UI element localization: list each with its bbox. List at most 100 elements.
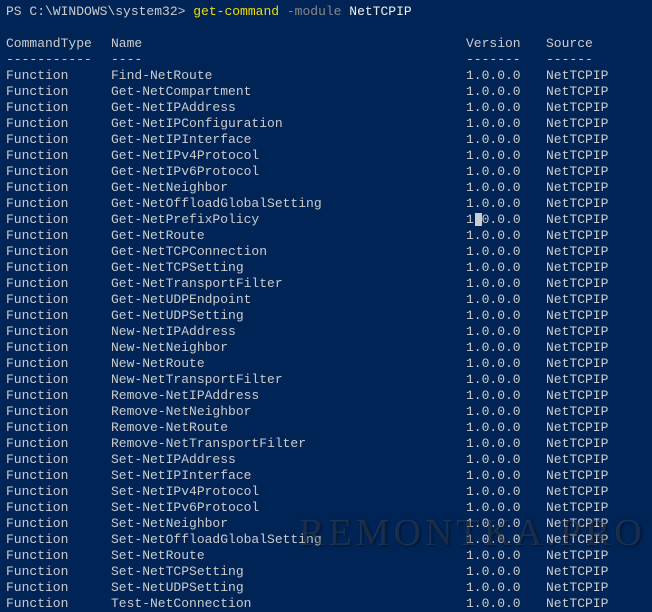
cell-name: Set-NetOffloadGlobalSetting xyxy=(111,532,466,548)
cell-version: 1.0.0.0 xyxy=(466,420,546,436)
cell-type: Function xyxy=(6,340,111,356)
cell-version: 1.0.0.0 xyxy=(466,164,546,180)
header-name: Name xyxy=(111,36,466,52)
table-row: FunctionSet-NetUDPSetting1.0.0.0NetTCPIP xyxy=(6,580,646,596)
cell-version: 1.0.0.0 xyxy=(466,196,546,212)
cell-name: Set-NetIPv4Protocol xyxy=(111,484,466,500)
cell-version: 1.0.0.0 xyxy=(466,132,546,148)
cell-type: Function xyxy=(6,260,111,276)
cell-version: 1.0.0.0 xyxy=(466,148,546,164)
prompt-line[interactable]: PS C:\WINDOWS\system32> get-command -mod… xyxy=(6,4,646,20)
cell-source: NetTCPIP xyxy=(546,404,608,420)
cell-name: Get-NetUDPEndpoint xyxy=(111,292,466,308)
cell-type: Function xyxy=(6,388,111,404)
cell-name: Find-NetRoute xyxy=(111,68,466,84)
cell-type: Function xyxy=(6,532,111,548)
cell-source: NetTCPIP xyxy=(546,116,608,132)
cell-name: Set-NetRoute xyxy=(111,548,466,564)
table-row: FunctionSet-NetTCPSetting1.0.0.0NetTCPIP xyxy=(6,564,646,580)
table-row: FunctionGet-NetUDPEndpoint1.0.0.0NetTCPI… xyxy=(6,292,646,308)
cell-source: NetTCPIP xyxy=(546,196,608,212)
prompt-path: PS C:\WINDOWS\system32> xyxy=(6,4,193,19)
cell-type: Function xyxy=(6,100,111,116)
cell-version: 1.0.0.0 xyxy=(466,452,546,468)
table-row: FunctionGet-NetPrefixPolicy1.0.0.0NetTCP… xyxy=(6,212,646,228)
cell-type: Function xyxy=(6,164,111,180)
table-row: FunctionRemove-NetTransportFilter1.0.0.0… xyxy=(6,436,646,452)
cell-name: Remove-NetNeighbor xyxy=(111,404,466,420)
table-row: FunctionSet-NetIPv4Protocol1.0.0.0NetTCP… xyxy=(6,484,646,500)
cell-type: Function xyxy=(6,228,111,244)
cell-type: Function xyxy=(6,180,111,196)
cell-name: Set-NetIPv6Protocol xyxy=(111,500,466,516)
dash-name: ---- xyxy=(111,52,466,68)
table-row: FunctionNew-NetRoute1.0.0.0NetTCPIP xyxy=(6,356,646,372)
cell-source: NetTCPIP xyxy=(546,228,608,244)
cell-type: Function xyxy=(6,484,111,500)
table-row: FunctionRemove-NetIPAddress1.0.0.0NetTCP… xyxy=(6,388,646,404)
cell-name: Test-NetConnection xyxy=(111,596,466,612)
table-header: CommandTypeNameVersionSource xyxy=(6,36,646,52)
cell-name: Get-NetIPInterface xyxy=(111,132,466,148)
text-cursor xyxy=(475,213,482,226)
cell-source: NetTCPIP xyxy=(546,484,608,500)
table-row: FunctionGet-NetTransportFilter1.0.0.0Net… xyxy=(6,276,646,292)
cell-type: Function xyxy=(6,276,111,292)
cell-source: NetTCPIP xyxy=(546,164,608,180)
cell-type: Function xyxy=(6,148,111,164)
cell-type: Function xyxy=(6,132,111,148)
cell-source: NetTCPIP xyxy=(546,468,608,484)
cell-source: NetTCPIP xyxy=(546,548,608,564)
dash-type: ----------- xyxy=(6,52,111,68)
cell-source: NetTCPIP xyxy=(546,308,608,324)
cell-source: NetTCPIP xyxy=(546,372,608,388)
cell-name: Get-NetIPConfiguration xyxy=(111,116,466,132)
cell-name: Set-NetNeighbor xyxy=(111,516,466,532)
cell-version: 1.0.0.0 xyxy=(466,404,546,420)
cell-source: NetTCPIP xyxy=(546,212,608,228)
cell-name: Get-NetTransportFilter xyxy=(111,276,466,292)
table-row: FunctionGet-NetNeighbor1.0.0.0NetTCPIP xyxy=(6,180,646,196)
cell-version: 1.0.0.0 xyxy=(466,564,546,580)
cell-name: Remove-NetRoute xyxy=(111,420,466,436)
cell-version: 1.0.0.0 xyxy=(466,516,546,532)
cell-type: Function xyxy=(6,500,111,516)
table-row: FunctionSet-NetOffloadGlobalSetting1.0.0… xyxy=(6,532,646,548)
dash-source: ------ xyxy=(546,52,593,68)
cell-source: NetTCPIP xyxy=(546,532,608,548)
cell-name: Get-NetNeighbor xyxy=(111,180,466,196)
cell-name: Get-NetRoute xyxy=(111,228,466,244)
table-row: FunctionTest-NetConnection1.0.0.0NetTCPI… xyxy=(6,596,646,612)
cell-name: Get-NetCompartment xyxy=(111,84,466,100)
table-row: FunctionGet-NetIPInterface1.0.0.0NetTCPI… xyxy=(6,132,646,148)
cell-type: Function xyxy=(6,324,111,340)
table-row: FunctionGet-NetIPv4Protocol1.0.0.0NetTCP… xyxy=(6,148,646,164)
cell-version: 1.0.0.0 xyxy=(466,388,546,404)
cell-source: NetTCPIP xyxy=(546,180,608,196)
cell-name: Get-NetIPAddress xyxy=(111,100,466,116)
cell-source: NetTCPIP xyxy=(546,148,608,164)
cell-type: Function xyxy=(6,596,111,612)
table-row: FunctionGet-NetIPAddress1.0.0.0NetTCPIP xyxy=(6,100,646,116)
cell-source: NetTCPIP xyxy=(546,580,608,596)
cell-version: 1.0.0.0 xyxy=(466,244,546,260)
cell-type: Function xyxy=(6,196,111,212)
cell-version: 1.0.0.0 xyxy=(466,356,546,372)
dash-version: ------- xyxy=(466,52,546,68)
cell-version: 1.0.0.0 xyxy=(466,228,546,244)
cell-type: Function xyxy=(6,212,111,228)
cell-version: 1.0.0.0 xyxy=(466,340,546,356)
table-row: FunctionRemove-NetNeighbor1.0.0.0NetTCPI… xyxy=(6,404,646,420)
cell-version: 1.0.0.0 xyxy=(466,308,546,324)
cell-type: Function xyxy=(6,404,111,420)
cell-name: New-NetTransportFilter xyxy=(111,372,466,388)
table-row: FunctionFind-NetRoute1.0.0.0NetTCPIP xyxy=(6,68,646,84)
cell-source: NetTCPIP xyxy=(546,516,608,532)
cell-source: NetTCPIP xyxy=(546,276,608,292)
cell-name: Set-NetTCPSetting xyxy=(111,564,466,580)
cell-source: NetTCPIP xyxy=(546,388,608,404)
blank-line xyxy=(6,20,646,36)
cell-type: Function xyxy=(6,516,111,532)
cell-name: Get-NetUDPSetting xyxy=(111,308,466,324)
table-row: FunctionSet-NetNeighbor1.0.0.0NetTCPIP xyxy=(6,516,646,532)
